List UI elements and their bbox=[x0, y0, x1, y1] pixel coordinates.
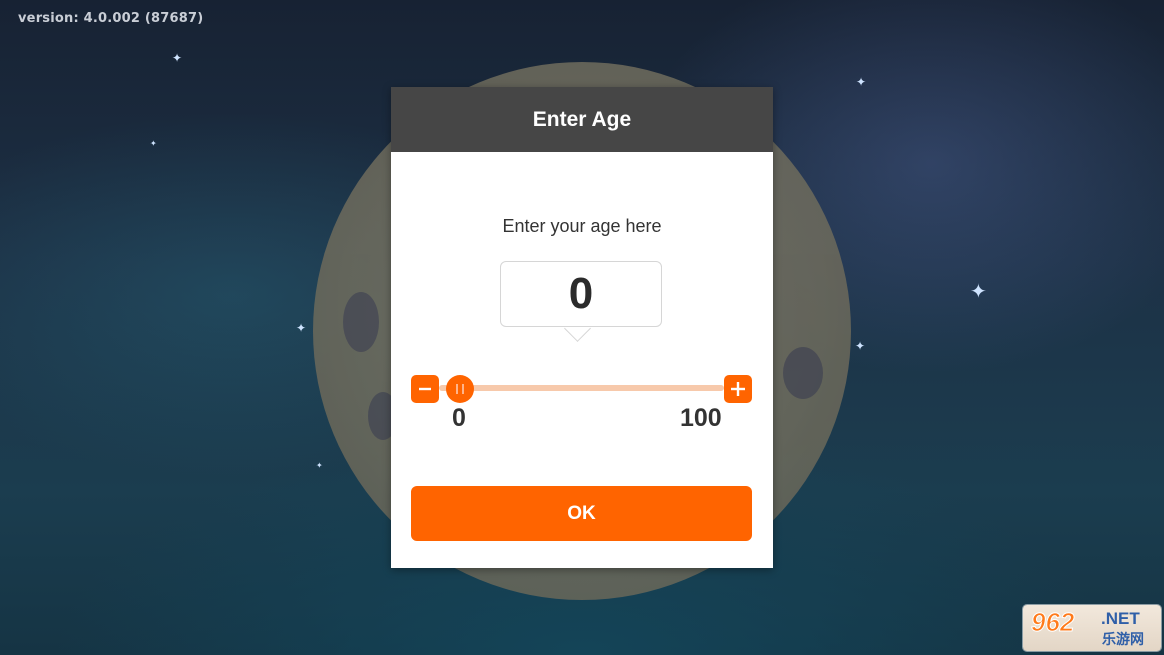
plus-icon bbox=[731, 382, 745, 396]
age-slider-thumb[interactable] bbox=[446, 375, 474, 403]
enter-age-dialog: Enter Age Enter your age here 0 0 100 OK bbox=[391, 87, 773, 568]
game-screen: ✦ ✦ ✦ ✦ ✦ ✦ ✦ version: 4.0.002 (87687) E… bbox=[0, 0, 1164, 655]
watermark-sub-text: 乐游网 bbox=[1102, 631, 1144, 647]
star-icon: ✦ bbox=[316, 461, 323, 470]
slider-min-label: 0 bbox=[452, 404, 466, 432]
increment-button[interactable] bbox=[724, 375, 752, 403]
star-icon: ✦ bbox=[296, 321, 307, 335]
slider-max-label: 100 bbox=[680, 404, 722, 432]
dialog-header: Enter Age bbox=[391, 87, 773, 152]
ok-button-label: OK bbox=[567, 502, 596, 524]
star-icon: ✦ bbox=[855, 339, 866, 353]
watermark-net-text: .NET bbox=[1101, 609, 1140, 628]
star-icon: ✦ bbox=[172, 51, 183, 65]
star-icon: ✦ bbox=[856, 75, 867, 89]
crater bbox=[783, 347, 823, 399]
watermark-main-text: 962 bbox=[1030, 607, 1075, 638]
age-slider-track[interactable] bbox=[439, 385, 724, 391]
decrement-button[interactable] bbox=[411, 375, 439, 403]
star-icon: ✦ bbox=[150, 139, 157, 148]
age-prompt: Enter your age here bbox=[502, 216, 662, 236]
age-value: 0 bbox=[568, 269, 594, 318]
dialog-title: Enter Age bbox=[532, 107, 632, 131]
version-label: version: 4.0.002 (87687) bbox=[18, 11, 204, 26]
age-value-display: 0 bbox=[500, 261, 662, 327]
ok-button[interactable]: OK bbox=[411, 486, 752, 541]
minus-icon bbox=[419, 387, 431, 391]
star-icon: ✦ bbox=[970, 281, 987, 303]
grip-icon bbox=[456, 384, 464, 394]
crater bbox=[343, 292, 379, 352]
site-watermark-logo: 962 .NET 乐游网 bbox=[1023, 605, 1161, 651]
